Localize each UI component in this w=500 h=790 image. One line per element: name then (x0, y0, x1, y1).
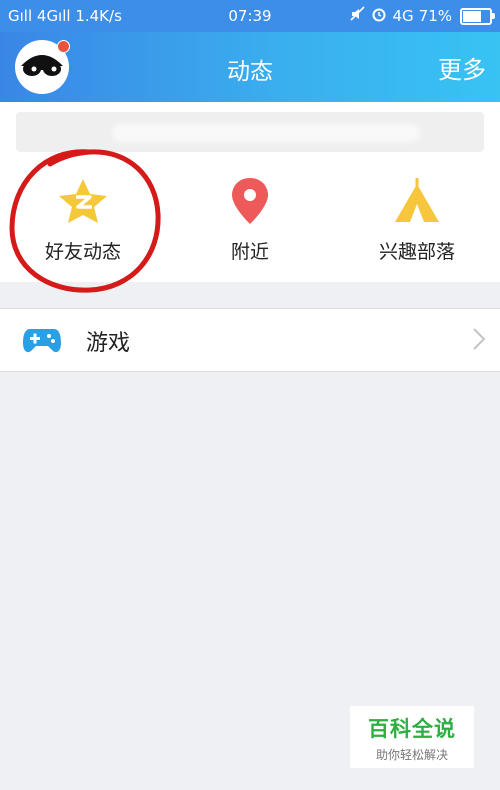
watermark-logo: 百科全说 助你轻松解决 (350, 706, 474, 768)
watermark-subtitle: 助你轻松解决 (375, 748, 448, 762)
status-bar: Gıll 4Gıll 1.4K/s 07:39 4G 71% (0, 0, 500, 32)
search-box[interactable] (16, 112, 484, 152)
gamepad-icon (22, 323, 62, 361)
battery-icon (460, 7, 495, 25)
status-right: 4G 71% (350, 6, 495, 26)
location-pin-icon (223, 176, 277, 226)
entry-interest-tribe[interactable]: 兴趣部落 (334, 162, 500, 282)
chevron-right-icon (472, 327, 486, 355)
entry-friend-feed[interactable]: 好友动态 (0, 162, 166, 282)
entry-label: 兴趣部落 (378, 241, 455, 263)
obscured-search-text (116, 128, 416, 138)
tent-icon (390, 176, 444, 226)
page-title: 动态 (227, 59, 273, 85)
list-item-label: 游戏 (86, 331, 131, 356)
watermark-title: 百科全说 (368, 717, 456, 741)
entry-label: 附近 (230, 241, 269, 263)
more-button[interactable]: 更多 (438, 50, 486, 85)
qzone-star-icon (56, 176, 110, 226)
entry-nearby[interactable]: 附近 (167, 162, 333, 282)
quick-entries: 好友动态 附近 兴趣部落 (0, 162, 500, 282)
alarm-icon (371, 6, 387, 26)
network-type: 4G (392, 7, 414, 25)
top-nav-bar: 动态 更多 (0, 32, 500, 102)
mute-icon (350, 6, 366, 26)
entry-label: 好友动态 (44, 241, 121, 263)
battery-percent: 71% (418, 7, 452, 25)
search-area (0, 102, 500, 162)
list-item-games[interactable]: 游戏 (0, 308, 500, 372)
